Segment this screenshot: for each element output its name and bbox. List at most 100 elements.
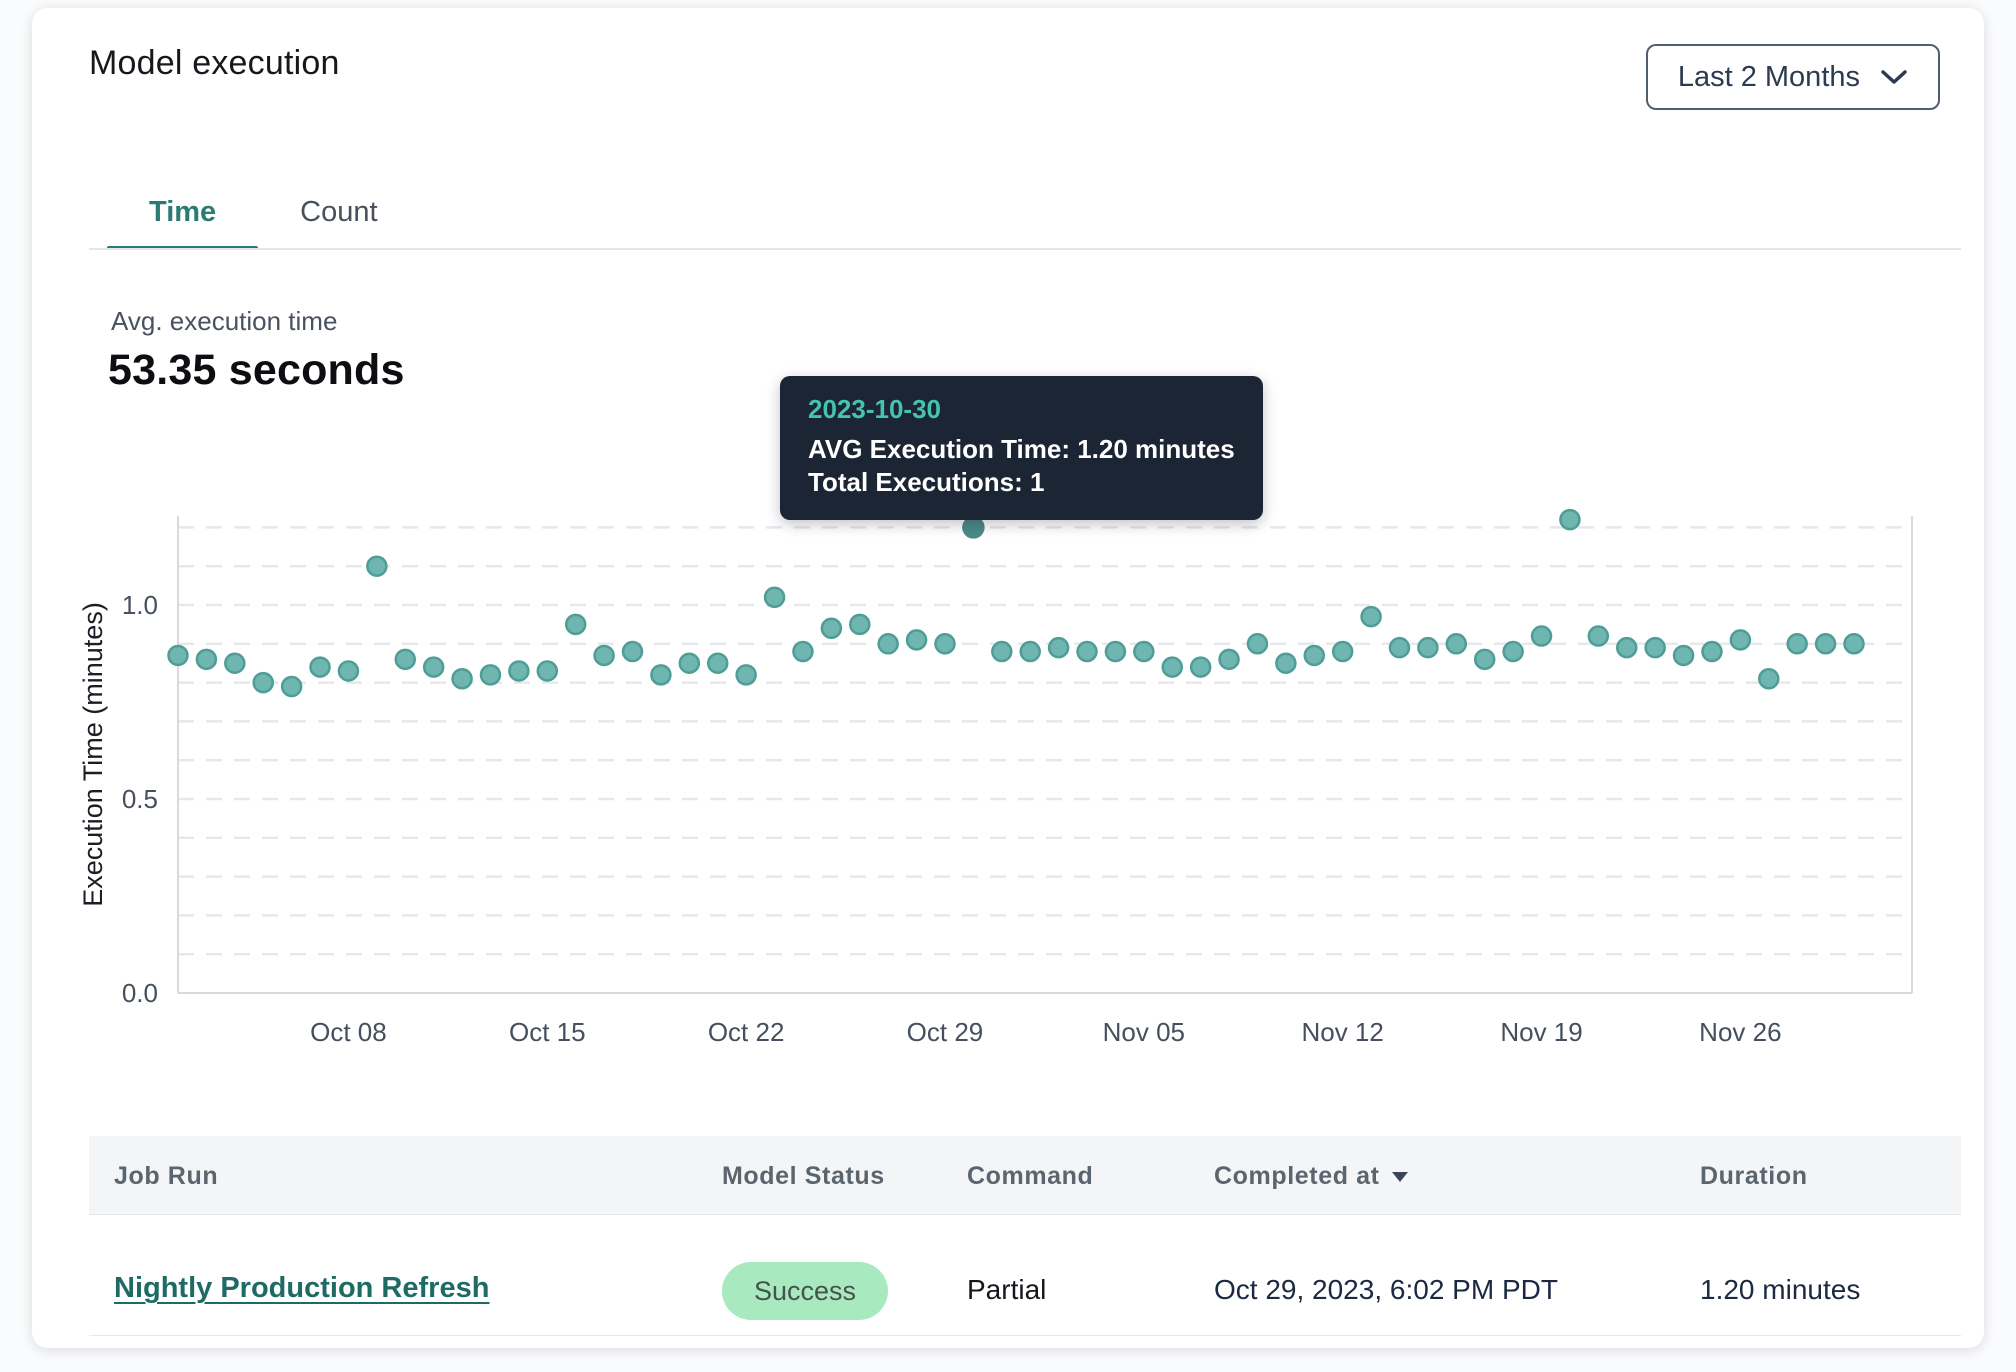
- data-point[interactable]: [1220, 650, 1239, 669]
- avg-execution-time-label: Avg. execution time: [111, 306, 337, 337]
- data-point[interactable]: [1276, 654, 1295, 673]
- data-point[interactable]: [453, 669, 472, 688]
- duration-cell: 1.20 minutes: [1700, 1274, 1860, 1306]
- data-point[interactable]: [1447, 634, 1466, 653]
- date-range-selector-button[interactable]: Last 2 Months: [1646, 44, 1940, 110]
- data-point[interactable]: [367, 557, 386, 576]
- x-tick-label: Oct 22: [708, 1017, 785, 1047]
- row-divider: [89, 1335, 1961, 1336]
- completed-at-cell: Oct 29, 2023, 6:02 PM PDT: [1214, 1274, 1558, 1306]
- data-point[interactable]: [1305, 646, 1324, 665]
- data-point[interactable]: [879, 634, 898, 653]
- data-point[interactable]: [595, 646, 614, 665]
- x-tick-label: Oct 08: [310, 1017, 387, 1047]
- data-point[interactable]: [1248, 634, 1267, 653]
- x-tick-label: Nov 05: [1103, 1017, 1185, 1047]
- data-point[interactable]: [169, 646, 188, 665]
- data-point[interactable]: [424, 658, 443, 677]
- data-point[interactable]: [509, 661, 528, 680]
- data-point[interactable]: [1759, 669, 1778, 688]
- model-execution-card: Model execution Last 2 Months Time Count…: [32, 8, 1984, 1348]
- data-point[interactable]: [1504, 642, 1523, 661]
- data-point[interactable]: [282, 677, 301, 696]
- column-header-job-run[interactable]: Job Run: [114, 1162, 218, 1191]
- data-point[interactable]: [481, 665, 500, 684]
- y-tick-label: 0.5: [122, 784, 158, 814]
- data-point[interactable]: [1390, 638, 1409, 657]
- data-point[interactable]: [396, 650, 415, 669]
- table-row: Nightly Production Refresh Success Parti…: [89, 1214, 1961, 1334]
- data-point[interactable]: [708, 654, 727, 673]
- data-point[interactable]: [1674, 646, 1693, 665]
- column-header-model-status[interactable]: Model Status: [722, 1162, 885, 1191]
- data-point[interactable]: [538, 661, 557, 680]
- chart-tooltip: 2023-10-30 AVG Execution Time: 1.20 minu…: [780, 376, 1263, 520]
- tabs-divider: [89, 248, 1961, 250]
- data-point[interactable]: [339, 661, 358, 680]
- y-axis-label: Execution Time (minutes): [78, 602, 108, 907]
- data-point[interactable]: [1845, 634, 1864, 653]
- highlighted-data-point[interactable]: [963, 517, 983, 537]
- data-point[interactable]: [1702, 642, 1721, 661]
- column-header-duration[interactable]: Duration: [1700, 1162, 1808, 1191]
- tooltip-avg-line: AVG Execution Time: 1.20 minutes: [808, 433, 1235, 466]
- data-point[interactable]: [1134, 642, 1153, 661]
- x-tick-label: Oct 29: [907, 1017, 984, 1047]
- column-header-completed-at[interactable]: Completed at: [1214, 1162, 1410, 1191]
- data-point[interactable]: [1191, 658, 1210, 677]
- tooltip-total-line: Total Executions: 1: [808, 466, 1235, 499]
- data-point[interactable]: [566, 615, 585, 634]
- data-point[interactable]: [822, 619, 841, 638]
- data-point[interactable]: [1475, 650, 1494, 669]
- page-title: Model execution: [89, 44, 340, 83]
- status-badge: Success: [722, 1262, 888, 1320]
- data-point[interactable]: [623, 642, 642, 661]
- data-point[interactable]: [737, 665, 756, 684]
- data-point[interactable]: [1816, 634, 1835, 653]
- data-point[interactable]: [1418, 638, 1437, 657]
- command-cell: Partial: [967, 1274, 1046, 1306]
- data-point[interactable]: [1560, 510, 1579, 529]
- tab-time[interactable]: Time: [107, 176, 258, 250]
- data-point[interactable]: [1362, 607, 1381, 626]
- table-header: Job Run Model Status Command Completed a…: [89, 1136, 1961, 1215]
- data-point[interactable]: [225, 654, 244, 673]
- tooltip-date: 2023-10-30: [808, 394, 1235, 425]
- data-point[interactable]: [1788, 634, 1807, 653]
- data-point[interactable]: [907, 630, 926, 649]
- column-header-command[interactable]: Command: [967, 1162, 1093, 1191]
- data-point[interactable]: [765, 588, 784, 607]
- data-point[interactable]: [1617, 638, 1636, 657]
- data-point[interactable]: [254, 673, 273, 692]
- data-point[interactable]: [1163, 658, 1182, 677]
- data-point[interactable]: [197, 650, 216, 669]
- data-point[interactable]: [992, 642, 1011, 661]
- chevron-down-icon: [1880, 68, 1908, 86]
- x-tick-label: Nov 19: [1500, 1017, 1582, 1047]
- y-tick-label: 1.0: [122, 590, 158, 620]
- data-point[interactable]: [1106, 642, 1125, 661]
- data-point[interactable]: [1078, 642, 1097, 661]
- x-tick-label: Nov 26: [1699, 1017, 1781, 1047]
- data-point[interactable]: [1333, 642, 1352, 661]
- data-point[interactable]: [850, 615, 869, 634]
- data-point[interactable]: [1589, 627, 1608, 646]
- data-point[interactable]: [651, 665, 670, 684]
- x-tick-label: Nov 12: [1301, 1017, 1383, 1047]
- y-tick-label: 0.0: [122, 978, 158, 1008]
- chart-tabs: Time Count: [107, 176, 420, 250]
- data-point[interactable]: [311, 658, 330, 677]
- x-tick-label: Oct 15: [509, 1017, 586, 1047]
- sort-desc-icon: [1390, 1162, 1410, 1191]
- data-point[interactable]: [793, 642, 812, 661]
- data-point[interactable]: [1731, 630, 1750, 649]
- data-point[interactable]: [1532, 627, 1551, 646]
- job-run-link[interactable]: Nightly Production Refresh: [114, 1272, 489, 1305]
- data-point[interactable]: [1049, 638, 1068, 657]
- data-point[interactable]: [935, 634, 954, 653]
- data-point[interactable]: [1646, 638, 1665, 657]
- tab-count[interactable]: Count: [258, 176, 419, 250]
- data-point[interactable]: [680, 654, 699, 673]
- data-point[interactable]: [1021, 642, 1040, 661]
- execution-time-chart[interactable]: 0.0 0.5 1.0 Oct 08 Oct 15 Oct 22 Oct 29 Nov 05 N…: [32, 478, 2016, 1078]
